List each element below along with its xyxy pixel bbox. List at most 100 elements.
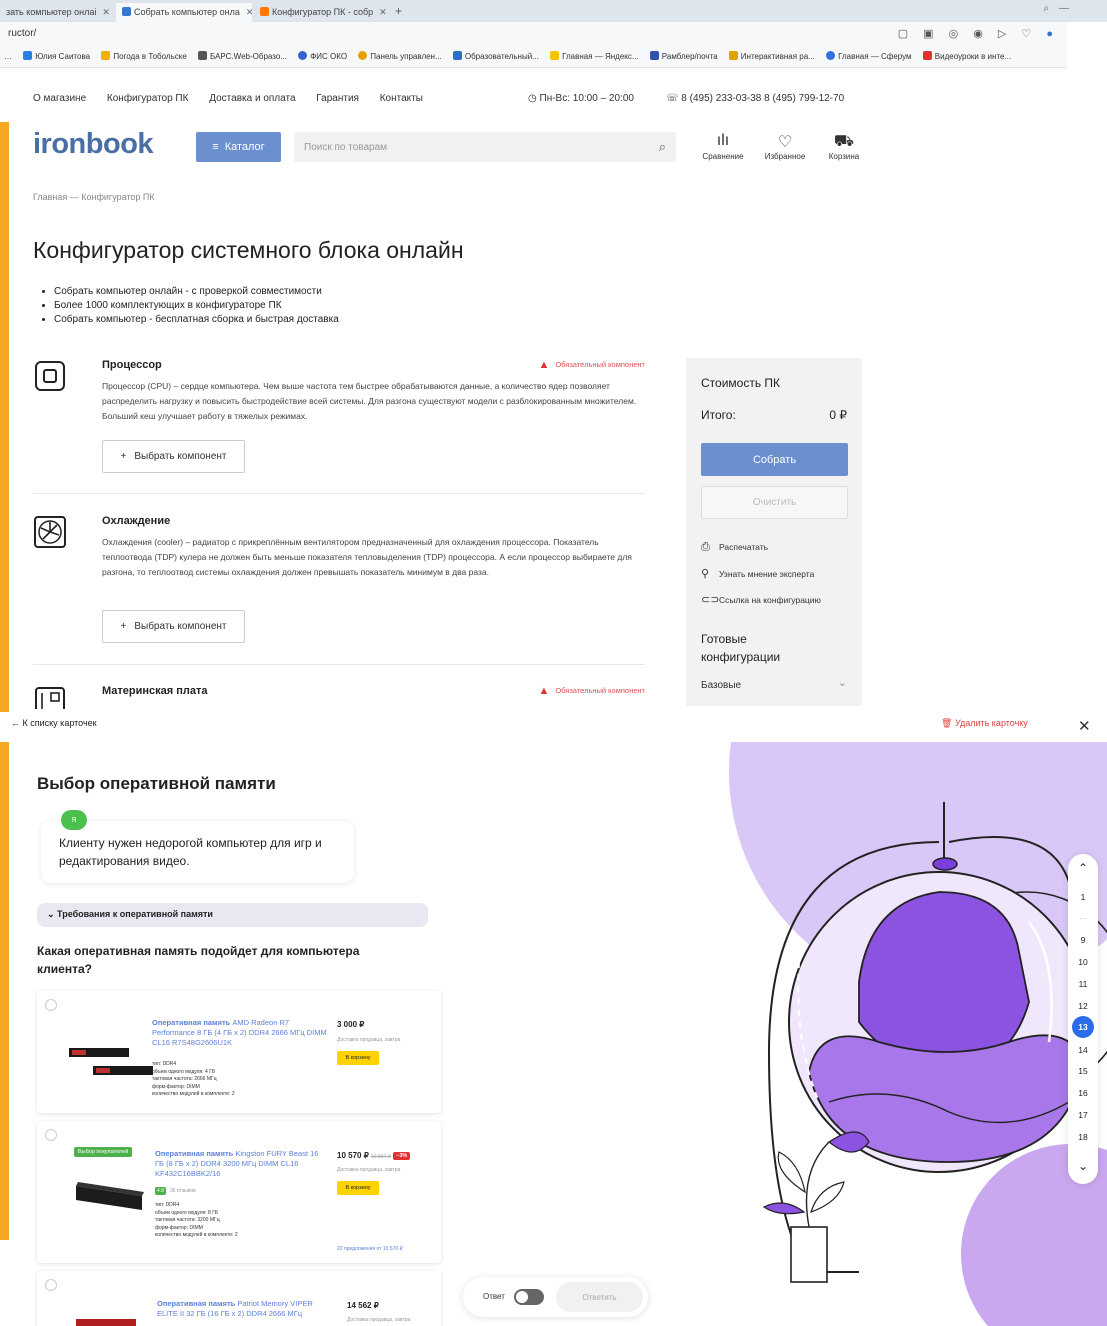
fan-icon xyxy=(34,516,66,548)
user-icon: ⚲ xyxy=(701,568,710,580)
chevron-down-icon[interactable]: ⌄ xyxy=(1071,1154,1095,1178)
toolbar-icons[interactable]: ▢ ▣ ◎ ◉ ▷ ♡ ● xyxy=(898,27,1059,40)
add-to-cart-button[interactable]: В корзину xyxy=(337,1051,379,1065)
page-number[interactable]: 15 xyxy=(1071,1061,1095,1081)
bookmark-item[interactable]: Панель управлен... xyxy=(358,51,442,61)
product-card[interactable]: Выбор покупателей Оперативная память Kin… xyxy=(37,1121,441,1263)
bookmark-favicon-icon xyxy=(826,51,836,60)
requirements-accordion[interactable]: ⌄ Требования к оперативной памяти xyxy=(37,903,428,927)
bookmark-item[interactable]: Главная — Яндекс... xyxy=(550,51,639,61)
bookmark-item[interactable]: ФИС ОКО xyxy=(298,51,347,61)
bookmark-item[interactable]: … xyxy=(4,52,12,61)
bookmark-favicon-icon xyxy=(649,51,659,60)
offers-link[interactable]: 22 предложения от 10 570 ₽ xyxy=(337,1246,403,1252)
list-item: Собрать компьютер - бесплатная сборка и … xyxy=(54,313,339,327)
favorites-button[interactable]: ♡ Избранное xyxy=(755,132,815,161)
phone-numbers[interactable]: ☏ 8 (495) 233-03-38 8 (495) 799-12-70 xyxy=(666,93,844,104)
back-to-cards-link[interactable]: ← К списку карточек xyxy=(11,718,97,728)
browser-tab[interactable]: Конфигуратор ПК - собр ✕ xyxy=(254,3,390,22)
page-number[interactable]: 11 xyxy=(1071,974,1095,994)
product-name[interactable]: Оперативная память Patriot Memory VIPER … xyxy=(157,1299,333,1319)
bookmark-item[interactable]: Юлия Саитова xyxy=(23,51,90,61)
build-button[interactable]: Собрать xyxy=(701,443,848,476)
component-cpu: Процессор ▲ Обязательный компонент Процес… xyxy=(33,359,645,479)
bookmark-favicon-icon xyxy=(550,51,560,60)
product-name[interactable]: Оперативная память Kingston FURY Beast 1… xyxy=(155,1149,327,1179)
config-link[interactable]: ⊂⊃Ссылка на конфигурацию xyxy=(701,593,821,606)
tab-favicon-icon xyxy=(260,7,269,16)
chevron-down-icon[interactable]: ⌄ xyxy=(838,676,847,689)
nav-link-configurator[interactable]: Конфигуратор ПК xyxy=(107,93,189,104)
compare-button[interactable]: ılı Сравнение xyxy=(693,132,753,161)
bookmark-item[interactable]: БАРС.Web-Образо... xyxy=(198,51,287,61)
search-input[interactable]: Поиск по товарам ⌕ xyxy=(294,132,676,162)
bookmark-item[interactable]: Интерактивная ра... xyxy=(728,51,815,61)
ready-configs-select[interactable]: Базовые xyxy=(701,680,741,691)
add-to-cart-button[interactable]: В корзину xyxy=(337,1181,379,1195)
search-icon[interactable]: ⌕ xyxy=(1043,3,1049,14)
bookmark-favicon-icon xyxy=(298,51,308,60)
browser-tab[interactable]: зать компьютер онлаі ✕ xyxy=(0,3,116,22)
bookmark-favicon-icon xyxy=(23,51,33,60)
task-title: Выбор оперативной памяти xyxy=(37,774,276,793)
breadcrumb[interactable]: Главная — Конфигуратор ПК xyxy=(33,192,155,202)
bookmark-item[interactable]: Рамблер/почта xyxy=(649,51,718,61)
chevron-up-icon[interactable]: ⌃ xyxy=(1071,856,1095,880)
profile-icon[interactable]: ● xyxy=(1046,28,1059,40)
nav-link-delivery[interactable]: Доставка и оплата xyxy=(209,93,295,104)
nav-link-contacts[interactable]: Контакты xyxy=(380,93,423,104)
minimize-icon[interactable]: — xyxy=(1059,3,1069,14)
bookmark-item[interactable]: Видеоуроки в инте... xyxy=(922,51,1011,61)
answer-toggle-label: Ответ xyxy=(483,1292,505,1301)
close-icon[interactable]: ✕ xyxy=(102,7,110,17)
answer-radio[interactable] xyxy=(45,999,57,1011)
cart-button[interactable]: ⛟ Корзина xyxy=(814,132,874,161)
page-number[interactable]: 17 xyxy=(1071,1105,1095,1125)
url-text: ructor/ xyxy=(8,28,37,39)
answer-radio[interactable] xyxy=(45,1129,57,1141)
answer-toggle[interactable] xyxy=(514,1289,544,1305)
page-number[interactable]: 16 xyxy=(1071,1083,1095,1103)
site-logo[interactable]: ironbook xyxy=(33,128,154,161)
submit-answer-button[interactable]: Ответить xyxy=(556,1282,643,1312)
product-card[interactable]: Оперативная память Patriot Memory VIPER … xyxy=(37,1271,441,1326)
new-tab-button[interactable]: + xyxy=(395,4,402,18)
product-card[interactable]: Оперативная память AMD Radeon R7 Perform… xyxy=(37,991,441,1113)
component-cooling: Охлаждение Охлаждения (cooler) – радиато… xyxy=(33,515,645,645)
nav-link-about[interactable]: О магазине xyxy=(33,93,86,104)
print-link[interactable]: ⎙ Распечатать xyxy=(701,541,768,554)
bookmark-item[interactable]: Погода в Тобольске xyxy=(101,51,187,61)
page-number[interactable]: 10 xyxy=(1071,952,1095,972)
expert-opinion-link[interactable]: ⚲ Узнать мнение эксперта xyxy=(701,567,814,580)
product-name[interactable]: Оперативная память AMD Radeon R7 Perform… xyxy=(152,1018,332,1048)
pc-cost-panel: Стоимость ПК Итого: 0 ₽ Собрать Очистить… xyxy=(686,358,862,706)
page-number-current[interactable]: 13 xyxy=(1072,1016,1094,1038)
warning-icon: ▲ xyxy=(538,359,550,371)
close-icon[interactable]: ✕ xyxy=(1078,717,1091,735)
bookmark-item[interactable]: Образовательный... xyxy=(452,51,539,61)
printer-icon: ⎙ xyxy=(701,541,710,553)
browser-tab-active[interactable]: Собрать компьютер онла ✕ xyxy=(116,3,252,22)
page-number[interactable]: 18 xyxy=(1071,1127,1095,1147)
page-number[interactable]: 1 xyxy=(1071,887,1095,907)
component-motherboard: Материнская плата ▲ Обязательный компонен… xyxy=(33,685,645,709)
nav-link-warranty[interactable]: Гарантия xyxy=(316,93,359,104)
bookmarks-bar: … Юлия Саитова Погода в Тобольске БАРС.W… xyxy=(0,46,1067,68)
select-component-button[interactable]: + Выбрать компонент xyxy=(102,440,245,473)
catalog-button[interactable]: ≡ Каталог xyxy=(196,132,281,162)
address-bar[interactable]: ructor/ ▢ ▣ ◎ ◉ ▷ ♡ ● xyxy=(0,22,1067,46)
page-number[interactable]: 12 xyxy=(1071,996,1095,1016)
page-number[interactable]: 14 xyxy=(1071,1040,1095,1060)
search-icon[interactable]: ⌕ xyxy=(659,139,666,155)
link-icon: ⊂⊃ xyxy=(701,594,720,606)
close-icon[interactable]: ✕ xyxy=(246,7,252,17)
close-icon[interactable]: ✕ xyxy=(379,7,387,17)
clear-button[interactable]: Очистить xyxy=(701,486,848,519)
bookmark-item[interactable]: Главная — Сферум xyxy=(826,51,912,61)
delete-card-button[interactable]: 🗑 Удалить карточку xyxy=(941,718,1028,729)
card-pager: ⌃ 1 … 9 10 11 12 13 14 15 16 17 18 ⌄ xyxy=(1068,854,1098,1184)
page-number[interactable]: 9 xyxy=(1071,930,1095,950)
select-component-button[interactable]: + Выбрать компонент xyxy=(102,610,245,643)
status-badge: Выбор покупателей xyxy=(74,1147,133,1157)
answer-radio[interactable] xyxy=(45,1279,57,1291)
